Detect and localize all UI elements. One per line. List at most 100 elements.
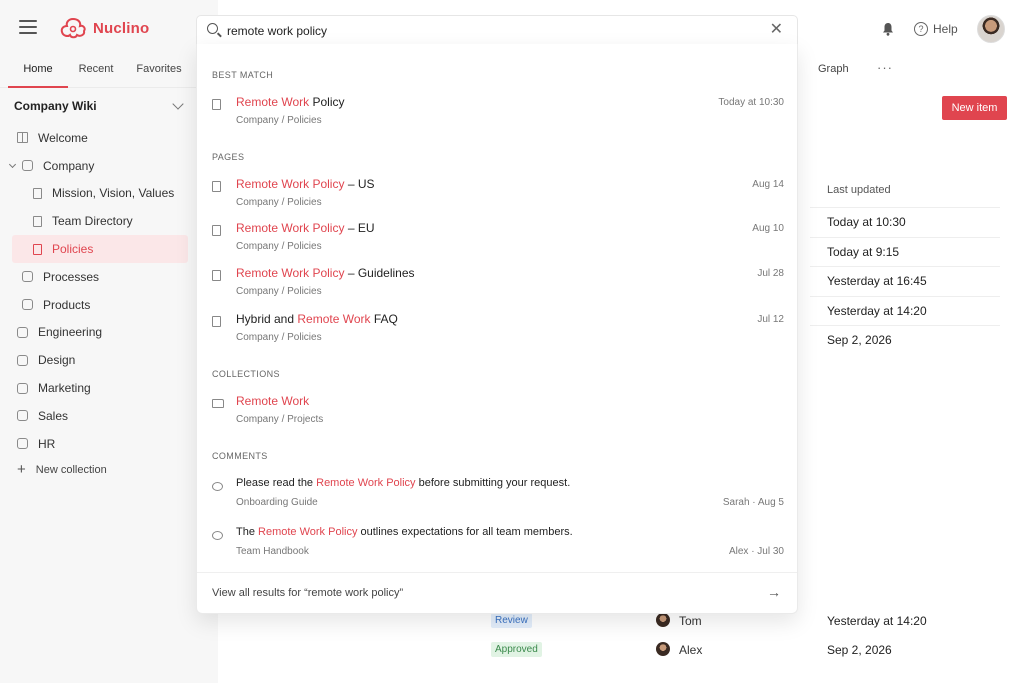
page-icon <box>212 99 221 110</box>
result-title-rest: – Guidelines <box>344 266 415 280</box>
collection-icon <box>22 299 33 311</box>
tab-favorites[interactable]: Favorites <box>124 58 194 88</box>
section-label-pages: PAGES <box>212 152 245 162</box>
sidebar-item-label: HR <box>38 436 56 451</box>
search-result-best-match[interactable]: Remote Work Policy Company / Policies To… <box>212 95 784 135</box>
sidebar-item-label: Sales <box>38 408 69 423</box>
sidebar-item-sales[interactable]: Sales <box>0 402 218 430</box>
nuclino-logo <box>60 17 86 39</box>
new-collection-button[interactable]: + New collection <box>17 462 107 477</box>
result-timestamp: Today at 10:30 <box>718 97 784 108</box>
search-input[interactable] <box>227 20 747 42</box>
collection-icon <box>17 354 28 366</box>
chevron-down-icon[interactable] <box>8 160 17 168</box>
comment-icon <box>212 482 223 491</box>
result-title: Remote Work Policy – EU <box>236 221 375 235</box>
sidebar-item-label: Products <box>43 297 91 312</box>
sidebar: Nuclino Home Recent Favorites Company Wi… <box>0 0 218 683</box>
result-timestamp: Jul 28 <box>757 268 784 279</box>
menu-icon[interactable] <box>19 20 37 36</box>
view-all-results[interactable]: View all results for “remote work policy… <box>197 572 797 614</box>
search-result-comment[interactable]: Please read the Remote Work Policy befor… <box>212 477 784 517</box>
result-title-rest: Policy <box>309 95 345 109</box>
bell-icon[interactable] <box>882 22 894 36</box>
result-timestamp: Aug 10 <box>752 223 784 234</box>
assignee-name: Tom <box>679 614 702 628</box>
new-item-button[interactable]: New item <box>942 96 1007 120</box>
sidebar-item-label: Team Directory <box>52 214 133 229</box>
result-title: Remote Work <box>236 394 309 408</box>
table-cell-date: Today at 9:15 <box>810 236 1000 267</box>
sidebar-item-marketing[interactable]: Marketing <box>0 374 218 402</box>
column-header-last-updated[interactable]: Last updated <box>827 184 891 196</box>
sidebar-item-company[interactable]: Company <box>0 152 218 180</box>
table-cell-date: Today at 10:30 <box>810 207 1000 237</box>
result-title-rest: outlines expectations for all team membe… <box>357 526 573 538</box>
result-title-highlight: Remote Work Policy <box>236 177 345 191</box>
tab-home[interactable]: Home <box>8 58 68 88</box>
result-title: Please read the Remote Work Policy befor… <box>236 477 570 489</box>
avatar[interactable] <box>977 15 1005 43</box>
sidebar-item-engineering[interactable]: Engineering <box>0 319 218 347</box>
status-badge: Review <box>491 613 532 628</box>
page-icon <box>212 270 221 281</box>
result-title-rest: – US <box>344 177 375 191</box>
result-title-highlight: Remote Work Policy <box>258 526 358 538</box>
sidebar-item-mission[interactable]: Mission, Vision, Values <box>0 180 218 208</box>
sidebar-item-label: Design <box>38 353 76 368</box>
page-icon <box>212 181 221 192</box>
page-icon <box>212 225 221 236</box>
sidebar-item-processes[interactable]: Processes <box>0 263 218 291</box>
search-result-page[interactable]: Remote Work Policy – US Company / Polici… <box>212 177 784 217</box>
result-title: Remote Work Policy – Guidelines <box>236 266 415 280</box>
more-icon[interactable]: ··· <box>877 60 893 75</box>
table-row[interactable]: Approved Alex Sep 2, 2026 <box>218 635 1024 663</box>
result-path: Team Handbook <box>236 546 309 557</box>
search-result-page[interactable]: Remote Work Policy – Guidelines Company … <box>212 266 784 306</box>
result-title: Hybrid and Remote Work FAQ <box>236 312 398 326</box>
sidebar-item-policies[interactable]: Policies <box>12 235 188 263</box>
sidebar-item-products[interactable]: Products <box>0 291 218 319</box>
sidebar-item-welcome[interactable]: Welcome <box>0 124 218 152</box>
collection-icon <box>17 410 28 422</box>
search-bar: ✕ <box>196 15 798 45</box>
result-title: Remote Work Policy – US <box>236 177 375 191</box>
result-title-highlight: Remote Work <box>297 312 371 326</box>
result-title-highlight: Remote Work <box>236 394 310 408</box>
new-collection-label: New collection <box>35 464 107 476</box>
close-icon[interactable]: ✕ <box>770 21 783 39</box>
app-logo[interactable]: Nuclino <box>59 17 149 39</box>
help-button[interactable]: ? Help <box>914 22 958 36</box>
section-label-comments: COMMENTS <box>212 451 268 461</box>
collection-icon <box>17 438 28 450</box>
section-label-collections: COLLECTIONS <box>212 369 280 379</box>
section-label-best-match: BEST MATCH <box>212 70 274 80</box>
search-result-page[interactable]: Remote Work Policy – EU Company / Polici… <box>212 221 784 261</box>
result-title-highlight: Remote Work Policy <box>316 477 416 489</box>
result-timestamp: Jul 12 <box>757 314 784 325</box>
search-results-dropdown: BEST MATCH Remote Work Policy Company / … <box>196 44 798 614</box>
result-path: Company / Policies <box>236 332 322 343</box>
result-timestamp: Aug 14 <box>752 179 784 190</box>
search-result-collection[interactable]: Remote Work Company / Projects <box>212 394 784 434</box>
result-meta: Sarah · Aug 5 <box>722 497 784 508</box>
result-path: Company / Policies <box>236 115 322 126</box>
sidebar-item-label: Company <box>43 158 95 173</box>
tab-recent[interactable]: Recent <box>68 58 124 88</box>
workspace-switcher[interactable]: Company Wiki <box>14 98 186 113</box>
result-title-rest: – EU <box>344 221 375 235</box>
search-result-comment[interactable]: The Remote Work Policy outlines expectat… <box>212 526 784 566</box>
result-title-highlight: Remote Work <box>236 95 310 109</box>
sidebar-item-design[interactable]: Design <box>0 346 218 374</box>
result-path: Onboarding Guide <box>236 497 318 508</box>
result-title-highlight: Remote Work Policy <box>236 221 345 235</box>
result-meta: Alex · Jul 30 <box>728 546 784 557</box>
result-title-pre: Hybrid and <box>236 312 298 326</box>
sidebar-item-hr[interactable]: HR <box>0 430 218 458</box>
avatar <box>656 642 670 656</box>
table-cell-date: Yesterday at 16:45 <box>810 266 1000 296</box>
tab-graph[interactable]: Graph <box>818 63 849 75</box>
help-icon: ? <box>914 22 928 36</box>
sidebar-item-team-directory[interactable]: Team Directory <box>0 207 218 235</box>
search-result-page[interactable]: Hybrid and Remote Work FAQ Company / Pol… <box>212 312 784 352</box>
